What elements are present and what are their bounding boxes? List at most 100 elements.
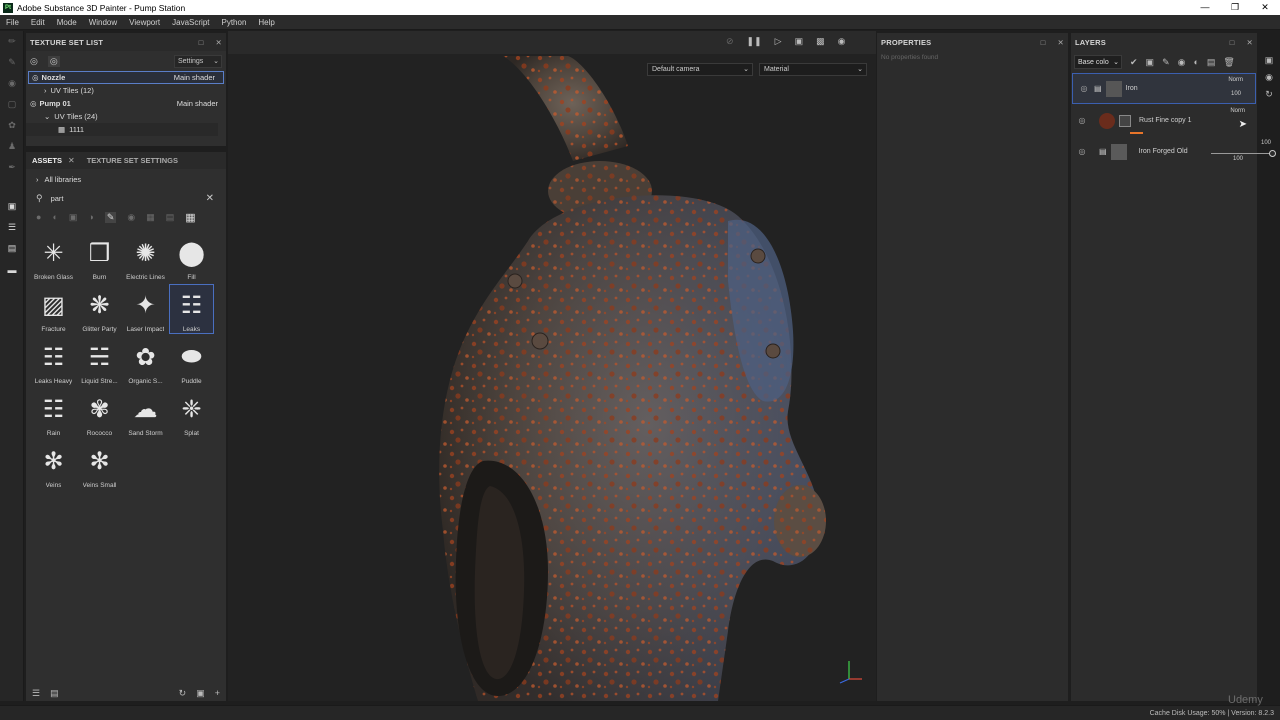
visibility-icon[interactable]: ◎ [30,56,38,67]
close-panel-icon[interactable]: ✕ [1058,38,1064,47]
add-paint-layer-icon[interactable]: ✎ [1162,57,1170,68]
uv-tile-row[interactable]: ▦ 1111 [26,123,218,136]
menu-mode[interactable]: Mode [51,18,83,27]
shader-icon[interactable]: ▬ [0,259,24,280]
layer-row-iron[interactable]: ◎ ▤ Iron Norm 100 [1072,73,1256,104]
shader-settings-icon[interactable]: ◉ [1265,72,1273,83]
material-filter-icon[interactable]: ● [36,212,41,222]
library-row[interactable]: › All libraries [26,169,226,189]
asset-item[interactable]: ✳ Broken Glass [31,232,76,282]
view-mode-dropdown[interactable]: Material ⌄ [759,63,867,76]
asset-item[interactable]: ✻ Veins [31,440,76,490]
uv-tiles-row[interactable]: › UV Tiles (12) [26,84,226,97]
eye-icon[interactable]: ◎ [29,73,42,82]
eye-icon[interactable]: ◎ [1077,84,1091,93]
smudge-icon[interactable]: ✿ [0,115,24,136]
layer-row-rust[interactable]: ◎ Rust Fine copy 1 Norm ➤ [1071,105,1257,136]
list-view-icon[interactable]: ☰ [32,688,40,699]
add-fill-layer-icon[interactable]: ◉ [1178,57,1186,68]
close-panel-icon[interactable]: ✕ [1247,38,1253,47]
menu-window[interactable]: Window [83,18,123,27]
asset-item[interactable]: ✿ Organic S... [123,336,168,386]
float-panel-icon[interactable]: □ [1230,38,1235,47]
asset-item[interactable]: ▨ Fracture [31,284,76,334]
mask-filter-icon[interactable]: ▣ [69,212,78,223]
channel-dropdown[interactable]: Base colo ⌄ [1074,55,1122,69]
smart-mask-filter-icon[interactable]: ◑ [88,212,93,222]
float-panel-icon[interactable]: □ [1041,38,1046,47]
chevron-right-icon[interactable]: › [44,86,47,95]
hide-ui-icon[interactable]: ⊘ [726,36,734,47]
brush-filter-icon[interactable]: ✎ [104,211,117,223]
close-panel-icon[interactable]: ✕ [216,38,222,47]
clear-search-icon[interactable]: ✕ [206,193,214,204]
camera-dropdown[interactable]: Default camera ⌄ [647,63,753,76]
bake-icon[interactable]: ☰ [0,217,24,238]
add-smart-material-icon[interactable]: ◐ [1193,57,1198,67]
asset-item[interactable]: ✦ Laser Impact [123,284,168,334]
close-tab-icon[interactable]: ✕ [68,156,75,165]
asset-item[interactable]: ⬤ Fill [169,232,214,282]
delete-layer-icon[interactable]: 🗑 [1223,57,1234,68]
asset-item[interactable]: ☁ Sand Storm [123,388,168,438]
import-icon[interactable]: ▣ [196,688,205,699]
selection-icon[interactable]: ▷ [775,36,782,47]
camera-icon[interactable]: ▩ [816,36,825,47]
menu-python[interactable]: Python [216,18,253,27]
asset-item[interactable]: ⬬ Puddle [169,336,214,386]
display-settings-icon[interactable]: ▤ [0,238,24,259]
eraser-icon[interactable]: ✎ [0,52,24,73]
menu-edit[interactable]: Edit [25,18,51,27]
asset-item[interactable]: ❈ Splat [169,388,214,438]
asset-item[interactable]: ✾ Rococco [77,388,122,438]
close-icon[interactable]: ✕ [1250,0,1280,15]
environment-filter-icon[interactable]: ▤ [166,212,175,223]
asset-item[interactable]: ❒ Burn [77,232,122,282]
texture-set-row-nozzle[interactable]: ◎ Nozzle Main shader [28,71,224,84]
asset-item[interactable]: ✻ Veins Small [77,440,122,490]
texture-set-row-pump[interactable]: ◎ Pump 01 Main shader [26,97,226,110]
slider-handle[interactable] [1269,150,1276,157]
opacity-slider[interactable]: 100 [1209,140,1276,159]
add-mask-icon[interactable]: ▣ [1146,57,1155,68]
asset-item[interactable]: ☷ Leaks Heavy [31,336,76,386]
clone-icon[interactable]: ♟ [0,136,24,157]
minimize-icon[interactable]: — [1190,0,1220,15]
menu-file[interactable]: File [0,18,25,27]
menu-javascript[interactable]: JavaScript [166,18,215,27]
polygon-fill-icon[interactable]: ▢ [0,94,24,115]
visibility-toggle-icon[interactable]: ◎ [47,55,60,67]
float-panel-icon[interactable]: □ [199,38,204,47]
tab-assets[interactable]: ASSETS [26,156,68,165]
search-input[interactable]: part [51,194,64,203]
uv-tiles-row[interactable]: ⌄ UV Tiles (24) [26,110,226,123]
details-view-icon[interactable]: ▤ [50,688,59,699]
menu-viewport[interactable]: Viewport [123,18,166,27]
cube-icon[interactable]: ▣ [795,36,804,47]
asset-item[interactable]: ☷ Leaks [169,284,214,334]
history-icon[interactable]: ↻ [1265,89,1273,100]
asset-item[interactable]: ❋ Glitter Party [77,284,122,334]
opacity-value[interactable]: 100 [1231,91,1241,97]
assets-icon[interactable]: ▣ [0,196,24,217]
pause-icon[interactable]: ❚❚ [747,36,762,47]
3d-viewport[interactable] [228,31,876,701]
add-folder-icon[interactable]: ▤ [1207,57,1216,68]
settings-dropdown[interactable]: Settings ⌄ [174,54,222,68]
eye-icon[interactable]: ◎ [1075,116,1089,125]
asset-item[interactable]: ☷ Rain [31,388,76,438]
paint-brush-icon[interactable]: ✏ [0,31,24,52]
screenshot-icon[interactable]: ◉ [838,36,846,47]
projection-icon[interactable]: ◉ [0,73,24,94]
add-icon[interactable]: + [215,688,220,698]
refresh-icon[interactable]: ↻ [179,688,187,699]
tab-texture-set-settings[interactable]: TEXTURE SET SETTINGS [81,156,184,165]
color-picker-icon[interactable]: ✒ [0,157,24,178]
grid-view-icon[interactable]: ▦ [185,211,195,224]
smart-material-filter-icon[interactable]: ◐ [52,212,57,222]
eye-icon[interactable]: ◎ [1075,147,1089,156]
texture-set-icon[interactable]: ▣ [1265,55,1274,66]
blend-mode-dropdown[interactable]: Norm [1228,77,1243,83]
add-effect-icon[interactable]: ✔ [1130,57,1138,68]
restore-icon[interactable]: ❐ [1220,0,1250,15]
